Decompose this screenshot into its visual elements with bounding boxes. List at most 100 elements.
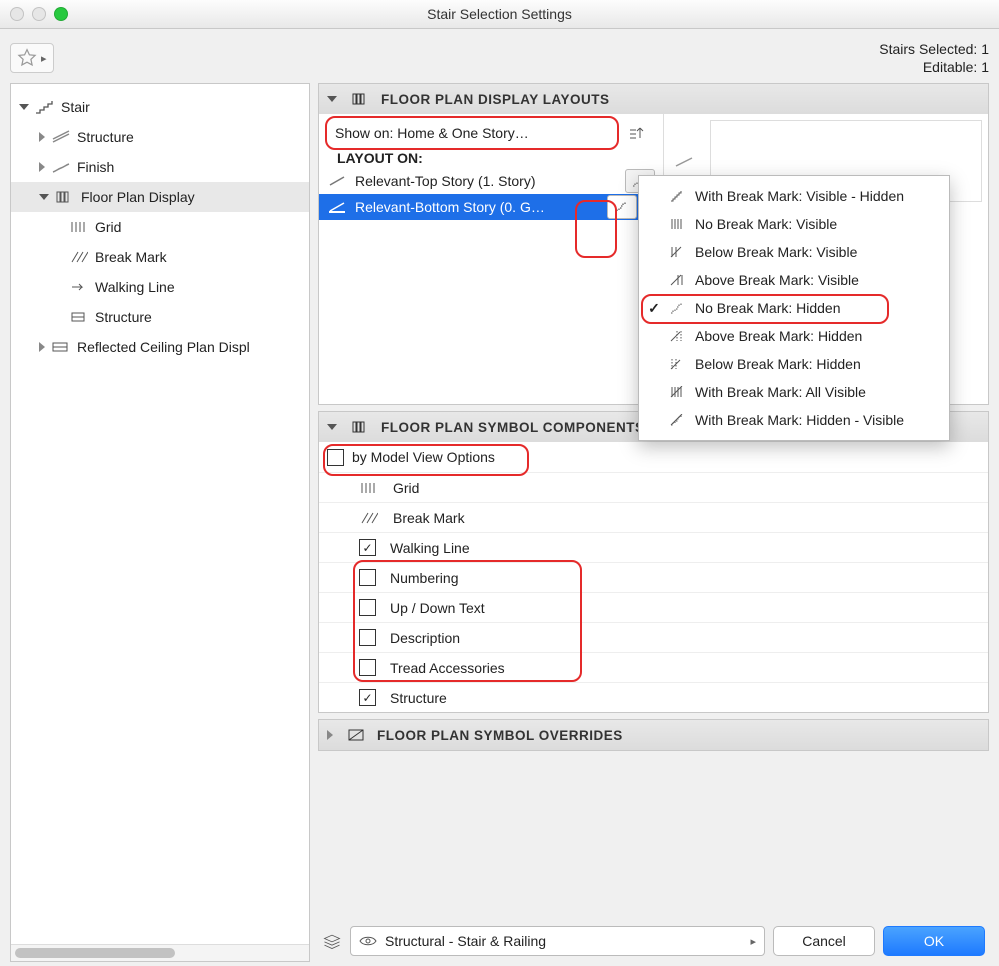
disclosure-icon bbox=[39, 342, 45, 352]
dropdown-item[interactable]: Above Break Mark: Hidden bbox=[639, 322, 949, 350]
section-title: FLOOR PLAN SYMBOL COMPONENTS bbox=[381, 420, 645, 435]
button-label: Cancel bbox=[802, 933, 846, 949]
section-header-overrides[interactable]: FLOOR PLAN SYMBOL OVERRIDES bbox=[319, 720, 988, 750]
component-tread-accessories[interactable]: Tread Accessories bbox=[319, 652, 988, 682]
eye-icon bbox=[359, 935, 377, 947]
component-label: Tread Accessories bbox=[390, 660, 505, 676]
horizontal-scrollbar[interactable] bbox=[11, 944, 309, 961]
layout-row-bottom-story[interactable]: Relevant-Bottom Story (0. G… ▸ bbox=[319, 194, 663, 220]
component-walking-line[interactable]: Walking Line bbox=[319, 532, 988, 562]
dropdown-item[interactable]: With Break Mark: Visible - Hidden bbox=[639, 182, 949, 210]
favorites-button[interactable]: ▸ bbox=[10, 43, 54, 73]
structure-sub-icon bbox=[69, 309, 89, 325]
tree-item-grid[interactable]: Grid bbox=[11, 212, 309, 242]
dropdown-item[interactable]: No Break Mark: Visible bbox=[639, 210, 949, 238]
component-label: Grid bbox=[393, 480, 419, 496]
display-mode-button[interactable] bbox=[607, 195, 637, 219]
tree-item-structure[interactable]: Structure bbox=[11, 122, 309, 152]
finish-icon bbox=[51, 159, 71, 175]
checkbox[interactable] bbox=[327, 449, 344, 466]
checkbox[interactable] bbox=[359, 539, 376, 556]
tree-label: Structure bbox=[95, 309, 152, 325]
checkbox[interactable] bbox=[359, 659, 376, 676]
panel-symbol-overrides: FLOOR PLAN SYMBOL OVERRIDES bbox=[318, 719, 989, 751]
cancel-button[interactable]: Cancel bbox=[773, 926, 875, 956]
show-on-dropdown[interactable]: Show on: Home & One Story… bbox=[327, 118, 655, 148]
story-bottom-icon bbox=[327, 199, 347, 215]
layout-row-label: Relevant-Top Story (1. Story) bbox=[355, 173, 617, 189]
layer-icon bbox=[322, 933, 342, 949]
component-up-down-text[interactable]: Up / Down Text bbox=[319, 592, 988, 622]
tree-label: Finish bbox=[77, 159, 114, 175]
show-on-label: Show on: Home & One Story… bbox=[335, 125, 621, 141]
dropdown-item[interactable]: With Break Mark: Hidden - Visible bbox=[639, 406, 949, 434]
dropdown-label: With Break Mark: All Visible bbox=[695, 384, 866, 400]
tree-label: Structure bbox=[77, 129, 134, 145]
display-mode-dropdown: With Break Mark: Visible - Hidden No Bre… bbox=[638, 175, 950, 441]
dropdown-item[interactable]: ✓No Break Mark: Hidden bbox=[639, 294, 949, 322]
component-structure[interactable]: Structure bbox=[319, 682, 988, 712]
tree-item-rcp-display[interactable]: Reflected Ceiling Plan Displ bbox=[11, 332, 309, 362]
tree-item-walking-line[interactable]: Walking Line bbox=[11, 272, 309, 302]
tree-item-break-mark[interactable]: Break Mark bbox=[11, 242, 309, 272]
plan-icon bbox=[55, 189, 75, 205]
component-description[interactable]: Description bbox=[319, 622, 988, 652]
disclosure-icon bbox=[327, 730, 333, 740]
settings-tree: Stair Structure Finish bbox=[10, 83, 310, 962]
component-grid[interactable]: Grid bbox=[319, 472, 988, 502]
section-title: FLOOR PLAN DISPLAY LAYOUTS bbox=[381, 92, 610, 107]
section-header-layouts[interactable]: FLOOR PLAN DISPLAY LAYOUTS bbox=[319, 84, 988, 114]
component-label: Description bbox=[390, 630, 460, 646]
tree-item-floor-plan-display[interactable]: Floor Plan Display bbox=[11, 182, 309, 212]
checkbox[interactable] bbox=[359, 629, 376, 646]
selection-status: Stairs Selected: 1 Editable: 1 bbox=[879, 40, 989, 76]
chevron-right-icon: ▸ bbox=[750, 935, 756, 948]
layer-name: Structural - Stair & Railing bbox=[385, 933, 738, 949]
ok-button[interactable]: OK bbox=[883, 926, 985, 956]
overrides-icon bbox=[347, 727, 367, 743]
section-title: FLOOR PLAN SYMBOL OVERRIDES bbox=[377, 728, 623, 743]
checkbox[interactable] bbox=[359, 599, 376, 616]
tree-label: Grid bbox=[95, 219, 121, 235]
panel-symbol-components: FLOOR PLAN SYMBOL COMPONENTS by Model Vi… bbox=[318, 411, 989, 713]
dropdown-item[interactable]: Below Break Mark: Visible bbox=[639, 238, 949, 266]
checkbox[interactable] bbox=[359, 689, 376, 706]
dropdown-item[interactable]: With Break Mark: All Visible bbox=[639, 378, 949, 406]
stair-icon bbox=[35, 99, 55, 115]
chevron-right-icon: ▸ bbox=[41, 52, 47, 65]
window-title: Stair Selection Settings bbox=[0, 6, 999, 22]
dropdown-item[interactable]: Below Break Mark: Hidden bbox=[639, 350, 949, 378]
dropdown-label: With Break Mark: Visible - Hidden bbox=[695, 188, 904, 204]
tree-label: Floor Plan Display bbox=[81, 189, 195, 205]
layout-row-label: Relevant-Bottom Story (0. G… bbox=[355, 199, 599, 215]
tree-item-finish[interactable]: Finish bbox=[11, 152, 309, 182]
button-label: OK bbox=[924, 933, 944, 949]
star-icon bbox=[17, 48, 37, 68]
component-label: Structure bbox=[390, 690, 447, 706]
component-label: Break Mark bbox=[393, 510, 465, 526]
story-top-icon bbox=[327, 173, 347, 189]
dropdown-label: With Break Mark: Hidden - Visible bbox=[695, 412, 904, 428]
disclosure-icon bbox=[39, 132, 45, 142]
tree-label: Reflected Ceiling Plan Displ bbox=[77, 339, 250, 355]
component-label: Up / Down Text bbox=[390, 600, 485, 616]
dropdown-item[interactable]: Above Break Mark: Visible bbox=[639, 266, 949, 294]
component-numbering[interactable]: Numbering bbox=[319, 562, 988, 592]
plan-icon bbox=[351, 91, 371, 107]
walking-line-icon bbox=[69, 279, 89, 295]
layer-dropdown[interactable]: Structural - Stair & Railing ▸ bbox=[350, 926, 765, 956]
component-break-mark[interactable]: Break Mark bbox=[319, 502, 988, 532]
rcp-icon bbox=[51, 339, 71, 355]
layout-row-top-story[interactable]: Relevant-Top Story (1. Story) bbox=[319, 168, 663, 194]
checkbox[interactable] bbox=[359, 569, 376, 586]
plan-icon bbox=[351, 419, 371, 435]
dropdown-label: No Break Mark: Hidden bbox=[695, 300, 841, 316]
by-mvo-checkbox-row[interactable]: by Model View Options bbox=[319, 442, 988, 472]
tree-item-stair[interactable]: Stair bbox=[11, 92, 309, 122]
dropdown-label: Above Break Mark: Visible bbox=[695, 272, 859, 288]
layout-on-label: LAYOUT ON: bbox=[319, 148, 663, 168]
structure-icon bbox=[51, 129, 71, 145]
tree-item-structure-sub[interactable]: Structure bbox=[11, 302, 309, 332]
dropdown-label: Below Break Mark: Hidden bbox=[695, 356, 861, 372]
break-mark-icon bbox=[359, 510, 379, 526]
